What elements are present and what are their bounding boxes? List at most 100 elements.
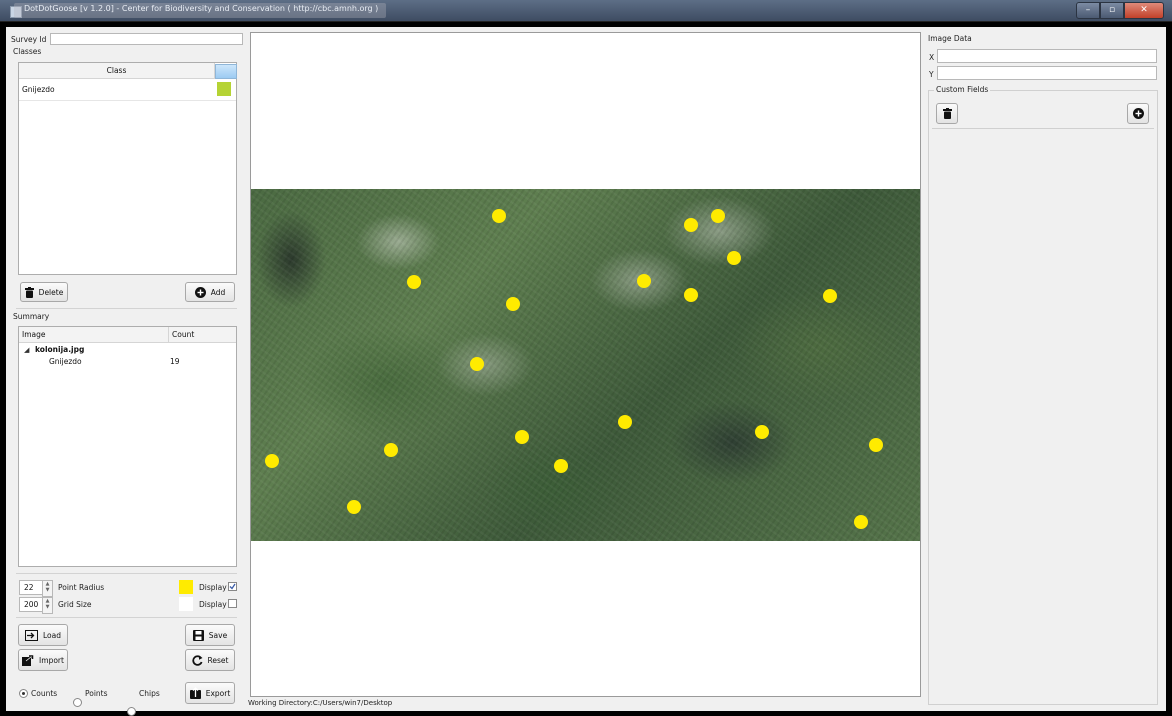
counts-radio-label[interactable]: Counts [31,689,57,698]
import-icon [22,654,34,666]
trash-icon [942,108,952,119]
annotation-point[interactable] [711,209,725,223]
survey-image[interactable] [251,189,920,541]
summary-table: Image Count ◢ kolonija.jpg Gnijezdo 19 [18,326,237,567]
spin-arrows-icon[interactable]: ▲ ▼ [42,597,53,614]
reset-icon [191,654,203,666]
grid-color-swatch[interactable] [179,597,193,611]
point-radius-value: 22 [24,583,34,592]
annotation-point[interactable] [684,288,698,302]
annotation-point[interactable] [492,209,506,223]
load-label: Load [43,630,61,640]
annotation-point[interactable] [515,430,529,444]
title-bar: DotDotGoose [v 1.2.0] - Center for Biodi… [0,0,1172,22]
annotation-point[interactable] [684,218,698,232]
save-button[interactable]: Save [185,624,235,646]
point-color-swatch[interactable] [179,580,193,594]
survey-id-input[interactable] [50,33,243,45]
load-button[interactable]: Load [18,624,68,646]
grid-size-spinbox[interactable]: 200 ▲ ▼ [19,597,53,614]
collapse-arrow-icon[interactable]: ◢ [24,346,29,354]
reset-label: Reset [207,655,229,665]
grid-size-label: Grid Size [58,600,92,609]
image-column-header[interactable]: Image [22,330,46,339]
classes-label: Classes [13,47,42,56]
delete-class-button[interactable]: Delete [20,282,68,302]
export-icon [189,687,201,699]
working-directory-status: Working Directory:C:/Users/win7/Desktop [248,699,393,707]
annotation-point[interactable] [554,459,568,473]
window-title: DotDotGoose [v 1.2.0] - Center for Biodi… [14,3,387,18]
chips-radio-label[interactable]: Chips [139,689,160,698]
window-controls: – ▫ ✕ [1076,2,1164,19]
class-row[interactable]: Gnijezdo [19,79,236,101]
save-icon [192,629,204,641]
point-display-checkbox[interactable] [228,582,237,591]
import-label: Import [39,655,64,665]
point-radius-label: Point Radius [58,583,105,592]
spin-arrows-icon[interactable]: ▲ ▼ [42,580,53,597]
annotation-point[interactable] [869,438,883,452]
summary-count: 19 [170,357,180,366]
plus-circle-icon [194,286,206,298]
annotation-point[interactable] [637,274,651,288]
annotation-point[interactable] [347,500,361,514]
annotation-point[interactable] [384,443,398,457]
y-label: Y [929,70,934,79]
divider [16,308,237,309]
chips-radio[interactable] [127,707,136,716]
annotation-point[interactable] [755,425,769,439]
summary-image-name[interactable]: kolonija.jpg [35,345,84,354]
export-button[interactable]: Export [185,682,235,704]
save-label: Save [208,630,228,640]
survey-id-label: Survey Id [11,35,47,44]
class-color-swatch[interactable] [217,82,231,96]
summary-header: Image Count [19,327,236,343]
point-radius-spinbox[interactable]: 22 ▲ ▼ [19,580,53,597]
point-display-label: Display [199,583,227,592]
header-divider [168,327,169,342]
color-column-header[interactable] [215,64,237,79]
image-data-label: Image Data [928,34,972,43]
grid-display-checkbox[interactable] [228,599,237,608]
y-input[interactable] [937,66,1157,80]
points-radio-label[interactable]: Points [85,689,108,698]
counts-radio[interactable] [19,689,28,698]
summary-label: Summary [13,312,50,321]
image-viewer[interactable] [250,32,921,697]
minimize-button[interactable]: – [1076,2,1100,19]
grid-display-label: Display [199,600,227,609]
load-icon [25,629,38,641]
delete-field-button[interactable] [936,103,958,124]
classes-table: Class Gnijezdo [18,62,237,275]
maximize-button[interactable]: ▫ [1100,2,1124,19]
plus-circle-icon [1132,108,1144,119]
custom-fields-label: Custom Fields [934,85,991,94]
x-input[interactable] [937,49,1157,63]
annotation-point[interactable] [823,289,837,303]
trash-icon [24,286,34,298]
add-field-button[interactable] [1127,103,1149,124]
summary-class-name: Gnijezdo [49,357,82,366]
divider [932,128,1154,129]
custom-fields-group [928,90,1158,705]
annotation-point[interactable] [407,275,421,289]
image-texture [251,189,920,541]
annotation-point[interactable] [854,515,868,529]
annotation-point[interactable] [618,415,632,429]
annotation-point[interactable] [265,454,279,468]
annotation-point[interactable] [506,297,520,311]
grid-size-value: 200 [24,600,39,609]
add-class-button[interactable]: Add [185,282,235,302]
count-column-header[interactable]: Count [172,330,194,339]
check-icon [229,583,236,590]
annotation-point[interactable] [470,357,484,371]
delete-label: Delete [38,287,64,297]
close-button[interactable]: ✕ [1124,2,1164,19]
annotation-point[interactable] [727,251,741,265]
import-button[interactable]: Import [18,649,68,671]
reset-button[interactable]: Reset [185,649,235,671]
points-radio[interactable] [73,698,82,707]
divider [16,573,237,574]
class-column-header[interactable]: Class [19,63,215,79]
